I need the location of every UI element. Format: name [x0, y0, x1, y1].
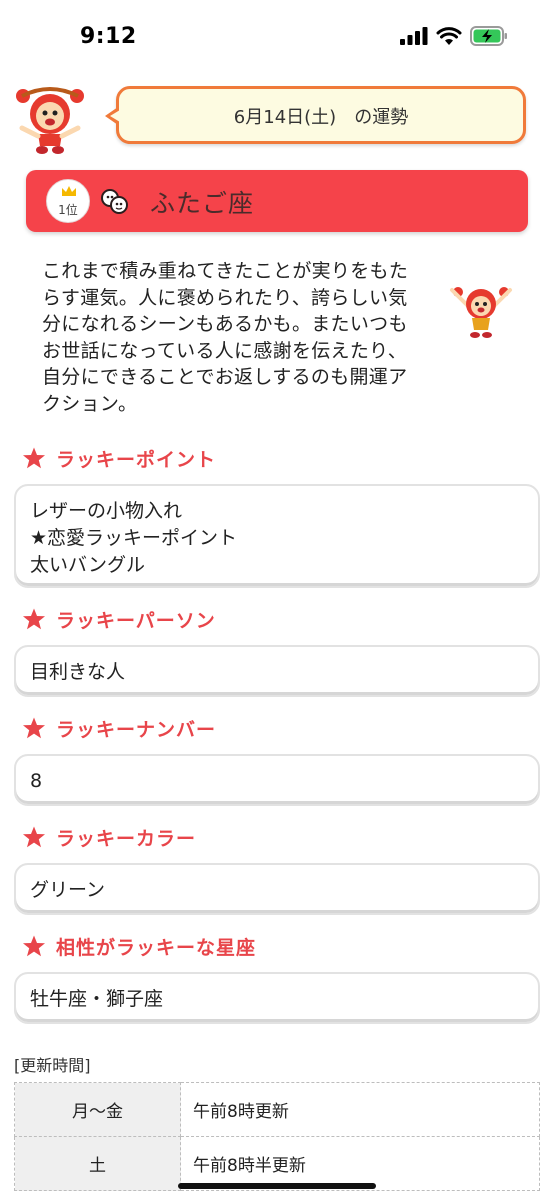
sign-banner: 1位 ふたご座 — [26, 170, 528, 232]
signal-icon — [400, 27, 428, 45]
value-line: 目利きな人 — [30, 661, 126, 683]
section-heading-lucky-point: ラッキーポイント — [22, 443, 216, 473]
sign-name: ふたご座 — [150, 189, 255, 218]
value-line: 太いバングル — [30, 554, 145, 576]
value-line: 8 — [30, 770, 43, 792]
update-time-table: 月～金 午前8時更新 土 午前8時半更新 — [14, 1082, 540, 1191]
status-time: 9:12 — [80, 24, 137, 49]
gemini-icon — [101, 189, 128, 214]
lucky-person-box: 目利きな人 — [14, 645, 540, 697]
lucky-color-box: グリーン — [14, 863, 540, 915]
section-title: 相性がラッキーな星座 — [56, 936, 257, 959]
wifi-icon — [436, 26, 462, 45]
section-title: ラッキーナンバー — [56, 718, 217, 741]
fortune-text: これまで積み重ねてきたことが実りをもたらす運気。人に褒められたり、誇らしい気分に… — [42, 260, 409, 415]
section-heading-compatible-signs: 相性がラッキーな星座 — [22, 931, 256, 961]
lucky-number-box: 8 — [14, 754, 540, 806]
star-icon — [23, 826, 45, 848]
compatible-signs-box: 牡牛座・獅子座 — [14, 972, 540, 1024]
section-title: ラッキーポイント — [56, 448, 217, 471]
lucky-point-box: レザーの小物入れ ★恋愛ラッキーポイント 太いバングル — [14, 484, 540, 588]
status-bar: 9:12 — [0, 0, 554, 70]
section-heading-lucky-color: ラッキーカラー — [22, 822, 196, 852]
date-bubble: 6月14日(土) の運勢 — [105, 86, 526, 144]
rank-badge: 1位 — [46, 179, 90, 223]
mascot-cheer-icon — [450, 287, 512, 338]
mascot-icon — [16, 87, 84, 154]
star-icon — [23, 608, 45, 630]
battery-charging-icon — [470, 26, 507, 46]
date-text: 6月14日(土) の運勢 — [233, 107, 409, 128]
time-cell: 午前8時更新 — [180, 1082, 540, 1137]
header-row: 6月14日(土) の運勢 — [0, 80, 554, 160]
section-heading-lucky-number: ラッキーナンバー — [22, 713, 216, 743]
table-row: 月～金 午前8時更新 — [14, 1082, 540, 1137]
home-indicator[interactable] — [178, 1183, 376, 1189]
value-line: グリーン — [30, 879, 106, 901]
value-line: 牡牛座・獅子座 — [30, 988, 164, 1010]
crown-icon — [62, 186, 76, 196]
section-title: ラッキーカラー — [56, 827, 197, 850]
star-icon — [23, 935, 45, 957]
status-icons — [400, 26, 508, 46]
star-icon — [23, 447, 45, 469]
value-line: ★恋愛ラッキーポイント — [30, 527, 238, 549]
value-line: レザーの小物入れ — [30, 500, 183, 522]
section-title: ラッキーパーソン — [56, 609, 216, 632]
update-time-label: [更新時間] — [14, 1056, 91, 1075]
rank-text: 1位 — [58, 203, 78, 217]
section-heading-lucky-person: ラッキーパーソン — [22, 604, 216, 634]
day-cell: 月～金 — [14, 1082, 181, 1137]
day-cell: 土 — [14, 1136, 181, 1191]
star-icon — [23, 717, 45, 739]
